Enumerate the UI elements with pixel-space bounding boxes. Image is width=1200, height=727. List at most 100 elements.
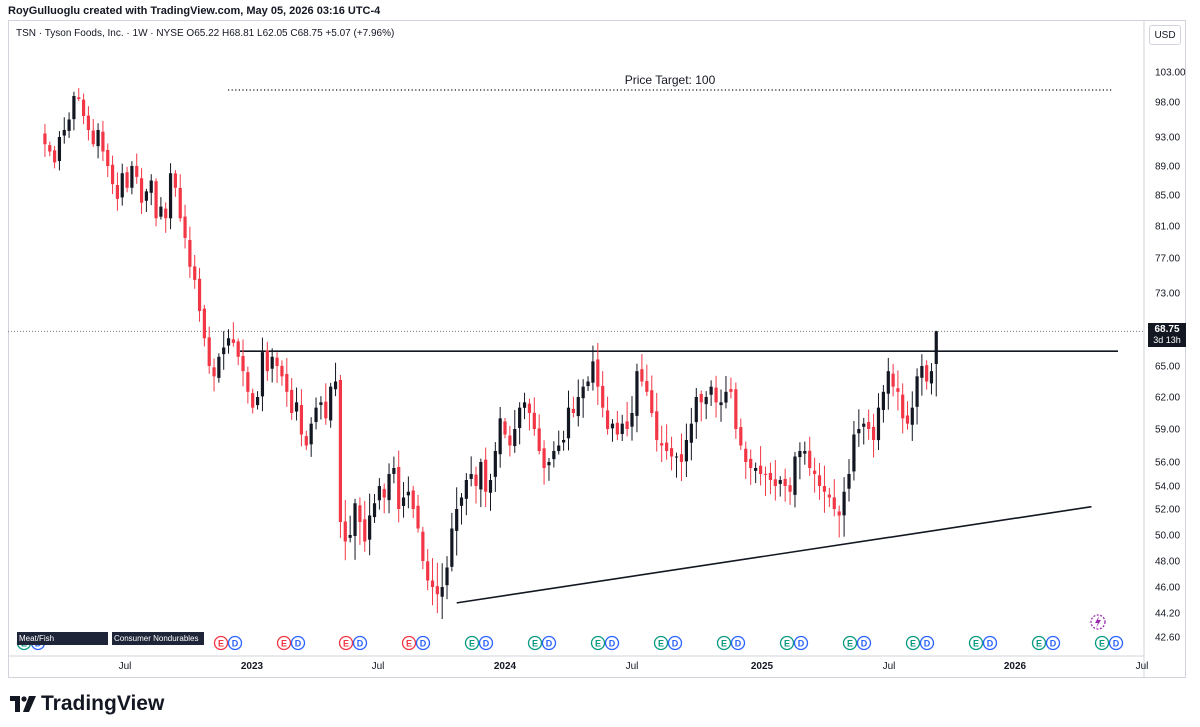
candle-body	[862, 423, 866, 427]
candle-body	[62, 130, 66, 136]
candle-body	[576, 397, 580, 417]
candle-body	[377, 486, 381, 501]
event-marker[interactable]: ED	[1094, 635, 1124, 651]
candle-body	[469, 474, 473, 479]
event-marker[interactable]: ED	[464, 635, 494, 651]
earnings-letter: E	[281, 639, 287, 649]
candle-body	[343, 521, 347, 542]
y-tick-label: 44.20	[1155, 609, 1180, 620]
candle-body	[154, 181, 158, 219]
candle-body	[464, 480, 468, 499]
candle-body	[43, 133, 47, 145]
event-marker[interactable]: ED	[276, 635, 306, 651]
event-marker[interactable]: ED	[213, 635, 243, 651]
candle-body	[822, 486, 827, 492]
sector-label-consumer-nondurables[interactable]: Consumer Nondurables	[112, 632, 204, 645]
candle-body	[430, 580, 435, 587]
candle-body	[435, 586, 439, 595]
candle-body	[605, 410, 610, 429]
candle-body	[714, 387, 718, 403]
candle-body	[527, 403, 532, 413]
event-marker[interactable]: ED	[401, 635, 431, 651]
candle-body	[749, 458, 753, 468]
candle-body	[52, 150, 57, 163]
dividend-letter: D	[924, 639, 931, 649]
candle-body	[704, 397, 708, 405]
x-tick-label: Jul	[119, 661, 132, 672]
candle-body	[149, 180, 153, 193]
event-marker[interactable]: ED	[1031, 635, 1061, 651]
candle-body	[881, 391, 885, 410]
candle-body	[251, 393, 255, 408]
candle-body	[586, 381, 590, 387]
candle-body	[905, 415, 910, 424]
earnings-letter: E	[721, 639, 727, 649]
candle-body	[382, 488, 386, 498]
candle-body	[101, 131, 105, 152]
candle-body	[744, 448, 748, 462]
candle-body	[842, 491, 846, 516]
candle-body	[552, 451, 556, 460]
candle-body	[338, 379, 343, 522]
candle-body	[125, 172, 129, 188]
candle-body	[852, 434, 856, 472]
sector-label-meat-fish[interactable]: Meat/Fish	[17, 632, 108, 645]
y-tick-label: 50.00	[1155, 531, 1180, 542]
event-marker[interactable]: ED	[527, 635, 557, 651]
event-marker[interactable]: ED	[653, 635, 683, 651]
earnings-letter: E	[469, 639, 475, 649]
candle-body	[270, 356, 274, 369]
drawing-layer: Price Target: 100	[8, 73, 1144, 604]
event-marker[interactable]: ED	[779, 635, 809, 651]
last-price-value: 68.75	[1154, 324, 1180, 335]
candle-body	[139, 178, 144, 203]
earnings-letter: E	[343, 639, 349, 649]
event-marker[interactable]: ED	[905, 635, 935, 651]
candle-body	[669, 448, 674, 457]
candle-body	[368, 515, 372, 540]
candle-body	[645, 381, 649, 392]
price-chart[interactable]: 42.60 44.20 46.00 48.00 50.00 52.00 54.00 56.00…	[0, 0, 1200, 727]
y-tick-label: 52.00	[1155, 505, 1180, 516]
bar-countdown: 3d 13h	[1153, 335, 1181, 345]
tradingview-logo[interactable]: TradingView	[10, 692, 164, 716]
event-marker[interactable]: ED	[338, 635, 368, 651]
candle-body	[202, 308, 206, 339]
event-marker[interactable]: ED	[716, 635, 746, 651]
candle-body	[178, 187, 182, 219]
candle-body	[768, 472, 773, 480]
candle-body	[67, 119, 71, 131]
event-marker[interactable]: ED	[842, 635, 872, 651]
upcoming-event-marker[interactable]	[1090, 614, 1106, 630]
dividend-letter: D	[987, 639, 994, 649]
candle-body	[193, 266, 197, 280]
candle-body	[459, 497, 464, 506]
event-marker[interactable]: ED	[590, 635, 620, 651]
x-axis: Jul 2023 Jul 2024 Jul 2025 Jul 2026 Jul	[8, 655, 1148, 672]
candle-body	[159, 206, 163, 217]
candle-body	[591, 361, 595, 383]
candle-body	[197, 278, 202, 311]
dividend-letter: D	[1113, 639, 1120, 649]
candle-body	[630, 413, 634, 427]
candle-body	[484, 459, 488, 492]
event-marker[interactable]: ED	[968, 635, 998, 651]
earnings-letter: E	[973, 639, 979, 649]
earnings-letter: E	[1036, 639, 1042, 649]
dividend-letter: D	[672, 639, 679, 649]
candle-body	[689, 423, 693, 443]
candle-body	[615, 422, 619, 435]
candle-body	[440, 587, 444, 597]
candle-body	[231, 339, 235, 343]
candle-body	[135, 165, 139, 177]
x-tick-label: Jul	[372, 661, 385, 672]
candle-body	[513, 429, 517, 447]
candle-body	[294, 402, 299, 412]
candle-body	[518, 407, 522, 428]
candle-body	[445, 567, 449, 586]
candle-body	[77, 97, 81, 99]
candle-body	[411, 490, 415, 509]
candle-body	[929, 371, 934, 384]
candle-body	[96, 130, 100, 147]
candle-body	[920, 366, 924, 378]
